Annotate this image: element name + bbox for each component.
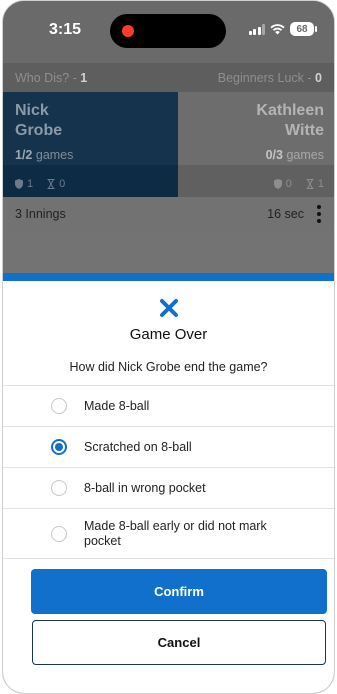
device-screen: 3:15 68 Who Dis? - 1 Beginners Luck - 0 xyxy=(0,0,337,694)
player-card-right: Kathleen Witte 0/3 games 0 1 xyxy=(178,92,334,197)
option-label: Made 8-ball early or did not mark pocket xyxy=(84,518,267,548)
radio-made-8-ball[interactable] xyxy=(51,398,67,414)
player-right-games-value: 0/3 xyxy=(265,148,283,162)
player-left-games-suffix: games xyxy=(32,148,74,162)
player-left-first-name: Nick xyxy=(15,102,49,119)
dialog-question: How did Nick Grobe end the game? xyxy=(69,360,268,374)
sheet-accent-bar xyxy=(3,273,334,281)
option-8-ball-wrong-pocket[interactable]: 8-ball in wrong pocket xyxy=(3,468,334,509)
radio-scratched-on-8-ball[interactable] xyxy=(51,439,67,455)
team-right: Beginners Luck - 0 xyxy=(217,71,322,85)
status-icons: 68 xyxy=(248,22,317,36)
player-right-name: Kathleen Witte xyxy=(256,101,324,141)
player-right-stats: 0 1 xyxy=(273,172,324,195)
player-left-stats: 1 0 xyxy=(15,172,65,195)
recording-indicator-icon xyxy=(122,25,134,37)
cellular-signal-icon xyxy=(248,23,265,35)
modal-backdrop[interactable] xyxy=(3,231,334,273)
player-left-stat-b: 0 xyxy=(59,177,66,190)
option-scratched-on-8-ball[interactable]: Scratched on 8-ball xyxy=(3,427,334,468)
dialog-title: Game Over xyxy=(129,326,208,343)
player-left-stat-a: 1 xyxy=(27,177,34,190)
status-bar: 3:15 68 xyxy=(3,1,334,63)
player-right-last-name: Witte xyxy=(285,122,324,139)
radio-made-8-ball-early[interactable] xyxy=(51,525,67,542)
player-right-games-suffix: games xyxy=(283,148,324,162)
shield-icon xyxy=(15,178,23,189)
team-left-score: 1 xyxy=(80,71,88,85)
player-left-name: Nick Grobe xyxy=(15,101,62,141)
match-info-row: 3 Innings 16 sec xyxy=(3,197,334,231)
hourglass-icon xyxy=(306,178,314,189)
game-over-sheet: Game Over How did Nick Grobe end the gam… xyxy=(3,273,334,693)
team-left-name: Who Dis? xyxy=(15,71,70,85)
player-left-last-name: Grobe xyxy=(15,122,63,139)
player-card-left: Nick Grobe 1/2 games 1 0 xyxy=(3,92,178,197)
option-made-8-ball[interactable]: Made 8-ball xyxy=(3,386,334,427)
team-left: Who Dis? - 1 xyxy=(15,71,88,85)
app-frame: 3:15 68 Who Dis? - 1 Beginners Luck - 0 xyxy=(2,0,335,694)
more-options-icon[interactable] xyxy=(316,205,322,223)
player-left-games-value: 1/2 xyxy=(15,148,33,162)
radio-8-ball-wrong-pocket[interactable] xyxy=(51,480,67,496)
end-reason-options: Made 8-ball Scratched on 8-ball 8-ball i… xyxy=(3,385,334,559)
player-left-games: 1/2 games xyxy=(15,148,73,162)
team-right-name: Beginners Luck xyxy=(217,71,304,85)
option-label: Scratched on 8-ball xyxy=(84,439,192,454)
battery-icon: 68 xyxy=(290,22,317,36)
option-label: Made 8-ball xyxy=(84,398,150,413)
player-right-games: 0/3 games xyxy=(266,148,324,162)
option-label: 8-ball in wrong pocket xyxy=(84,480,206,495)
innings-count: 3 Innings xyxy=(15,207,66,221)
close-icon[interactable] xyxy=(158,297,180,319)
wifi-icon xyxy=(270,24,285,35)
team-right-score: 0 xyxy=(315,71,322,85)
player-right-first-name: Kathleen xyxy=(256,102,324,119)
team-score-row: Who Dis? - 1 Beginners Luck - 0 xyxy=(3,63,334,92)
status-time: 3:15 xyxy=(49,21,82,38)
dynamic-island xyxy=(110,14,226,48)
hourglass-icon xyxy=(47,178,55,189)
elapsed-time: 16 sec xyxy=(267,207,304,221)
shield-icon xyxy=(273,178,282,189)
option-made-8-ball-early[interactable]: Made 8-ball early or did not mark pocket xyxy=(3,509,334,559)
confirm-button[interactable]: Confirm xyxy=(31,569,327,614)
player-right-stat-b: 1 xyxy=(317,177,324,190)
cancel-button[interactable]: Cancel xyxy=(32,620,326,665)
player-right-stat-a: 0 xyxy=(285,177,292,190)
